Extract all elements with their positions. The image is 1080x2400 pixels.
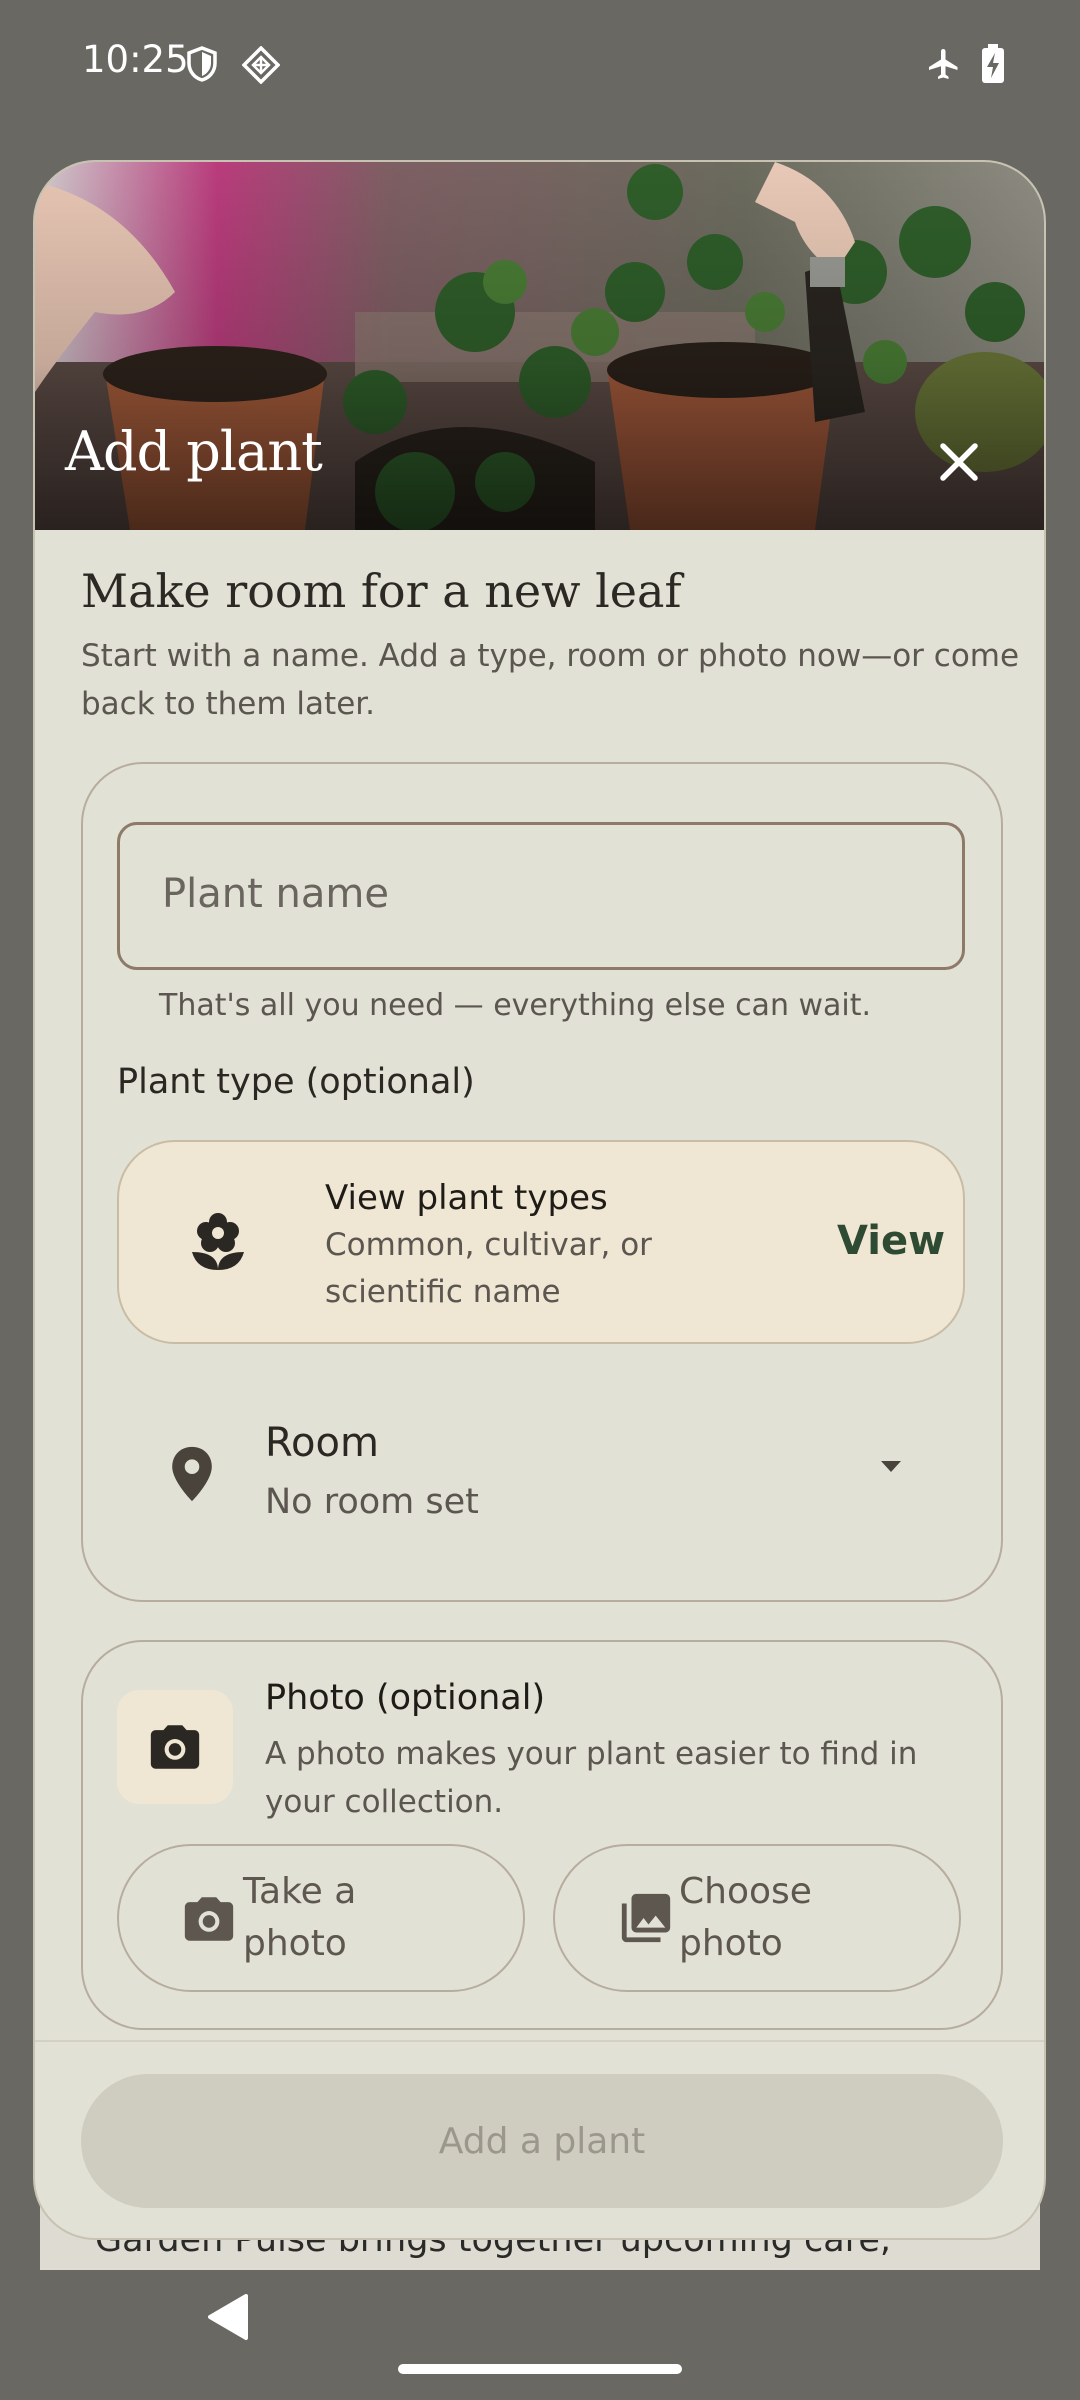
take-photo-button[interactable]: Take a photo bbox=[117, 1844, 525, 1992]
section-subheading: Start with a name. Add a type, room or p… bbox=[81, 638, 1020, 722]
status-time: 10:25 bbox=[82, 38, 189, 81]
plant-type-label: Plant type (optional) bbox=[117, 1062, 475, 1102]
airplane-icon bbox=[929, 49, 958, 79]
diamond-grid-icon bbox=[242, 46, 280, 84]
add-plant-dialog: Add plant Make room for a new leaf Start… bbox=[33, 160, 1046, 2240]
choose-photo-label: Choose photo bbox=[679, 1871, 812, 1964]
back-icon[interactable] bbox=[204, 2292, 250, 2342]
plant-name-helper: That's all you need — everything else ca… bbox=[159, 988, 872, 1023]
add-plant-button[interactable]: Add a plant bbox=[81, 2074, 1003, 2208]
plant-types-title: View plant types bbox=[325, 1178, 608, 1218]
camera-icon bbox=[150, 1725, 200, 1769]
view-plant-types-card[interactable]: View plant types Common, cultivar, or sc… bbox=[117, 1140, 965, 1344]
take-photo-label: Take a photo bbox=[243, 1871, 357, 1964]
photo-title: Photo (optional) bbox=[265, 1678, 546, 1718]
room-dropdown[interactable] bbox=[95, 1392, 995, 1532]
shield-icon bbox=[187, 46, 217, 82]
plant-types-subtitle: Common, cultivar, or scientific name bbox=[325, 1227, 652, 1310]
camera-icon bbox=[184, 1897, 234, 1941]
choose-photo-button[interactable]: Choose photo bbox=[553, 1844, 961, 1992]
view-plant-types-button[interactable]: View bbox=[837, 1218, 945, 1264]
battery-charging-icon bbox=[982, 44, 1004, 83]
photo-library-icon bbox=[621, 1893, 671, 1943]
home-handle[interactable] bbox=[398, 2364, 682, 2374]
close-icon[interactable] bbox=[929, 432, 989, 492]
plant-name-placeholder: Plant name bbox=[162, 871, 389, 917]
photo-icon-box bbox=[117, 1690, 233, 1804]
dialog-title: Add plant bbox=[65, 420, 323, 483]
footer-divider bbox=[35, 2040, 1044, 2042]
flower-icon bbox=[192, 1213, 244, 1270]
plant-name-field[interactable]: Plant name bbox=[117, 822, 965, 970]
chevron-down-icon bbox=[881, 1461, 901, 1472]
photo-subtitle: A photo makes your plant easier to find … bbox=[265, 1736, 918, 1820]
section-heading: Make room for a new leaf bbox=[81, 564, 682, 618]
